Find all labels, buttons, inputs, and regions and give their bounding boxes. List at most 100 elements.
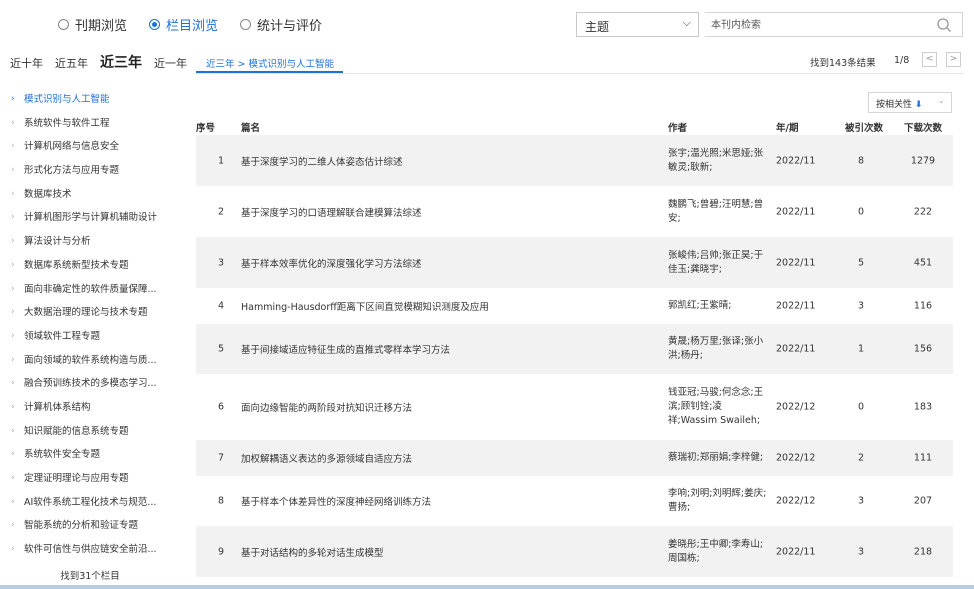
sidebar-item[interactable]: › 定理证明理论与应用专题	[0, 467, 180, 491]
row-number: 5	[218, 343, 225, 355]
article-title-link[interactable]: 基于样本个体差异性的深度神经网络训练方法	[241, 494, 661, 508]
table-row: 8 基于样本个体差异性的深度神经网络训练方法 李响;刘明;刘明辉;姜庆;曹扬; 202…	[196, 476, 953, 526]
citation-count: 0	[857, 206, 865, 217]
article-issue: 2022/12	[776, 452, 816, 464]
radio-dot-icon	[240, 19, 252, 30]
sidebar-item[interactable]: › 领域软件工程专题	[0, 325, 180, 349]
breadcrumb[interactable]: 近三年 > 模式识别与人工智能	[196, 51, 343, 73]
article-authors[interactable]: 魏鹏飞;曾碧;汪明慧;曾安;	[668, 198, 770, 226]
prev-page-button[interactable]: <	[922, 52, 937, 67]
article-title-link[interactable]: Hamming-Hausdorff距离下区间直觉模糊知识测度及应用	[241, 299, 661, 313]
sidebar-item[interactable]: › 数据库技术	[0, 183, 180, 207]
chevron-right-icon: ›	[11, 212, 15, 223]
header-download[interactable]: 下载次数	[904, 120, 942, 134]
table-header: 序号 篇名 作者 年/期 被引次数 下载次数	[196, 117, 964, 135]
sidebar-item[interactable]: › 计算机网络与信息安全	[0, 135, 180, 159]
page-indicator: 1/8	[894, 55, 910, 66]
bottom-divider	[0, 585, 974, 589]
search-box	[705, 12, 963, 37]
citation-count: 0	[857, 401, 865, 413]
sidebar-item[interactable]: › 模式识别与人工智能	[0, 88, 180, 112]
article-authors[interactable]: 张峻伟;吕帅;张正昊;于佳玉;龚晓宇;	[668, 249, 770, 277]
row-number: 3	[218, 257, 225, 268]
sidebar-item[interactable]: › 算法设计与分析	[0, 230, 180, 254]
table-row: 2 基于深度学习的口语理解联合建模算法综述 魏鹏飞;曾碧;汪明慧;曾安; 2022/1…	[196, 186, 953, 237]
sidebar-item[interactable]: › 计算机体系结构	[0, 396, 180, 420]
view-mode-radio[interactable]: 统计与评价	[240, 15, 322, 34]
search-icon[interactable]	[936, 17, 952, 33]
article-title-link[interactable]: 基于对话结构的多轮对话生成模型	[241, 545, 661, 559]
year-filter-option[interactable]: 近十年	[10, 55, 43, 71]
article-authors[interactable]: 张宇;温光照;米思娅;张敏灵;耿新;	[668, 147, 770, 175]
article-authors[interactable]: 郭凯红;王紫晴;	[668, 299, 770, 313]
sidebar-item[interactable]: › 面向非确定性的软件质量保障...	[0, 278, 180, 302]
sidebar-item[interactable]: › 数据库系统新型技术专题	[0, 254, 180, 278]
sidebar-item[interactable]: › 系统软件与软件工程	[0, 112, 180, 136]
sidebar-item[interactable]: › 面向领域的软件系统构造与质...	[0, 349, 180, 373]
article-issue: 2022/12	[776, 401, 816, 413]
article-authors[interactable]: 姜晓彤;王中卿;李寿山;周国栋;	[668, 538, 770, 566]
table-row: 6 面向边缘智能的两阶段对抗知识迁移方法 钱亚冠;马骏;何念念;王滨;顾钊铨;凌祥;…	[196, 374, 953, 440]
article-title-link[interactable]: 面向边缘智能的两阶段对抗知识迁移方法	[241, 400, 661, 414]
sidebar-item-label: 算法设计与分析	[24, 236, 91, 248]
next-page-button[interactable]: >	[946, 52, 961, 67]
article-title-link[interactable]: 基于样本效率优化的深度强化学习方法综述	[241, 256, 661, 270]
article-title-link[interactable]: 基于间接域适应特征生成的直推式零样本学习方法	[241, 342, 661, 356]
header-no: 序号	[196, 123, 216, 134]
sidebar-item-label: 领域软件工程专题	[24, 330, 101, 342]
row-number: 8	[218, 495, 225, 507]
header-cite[interactable]: 被引次数	[845, 120, 883, 134]
sidebar-item-label: 计算机体系结构	[24, 401, 91, 413]
chevron-right-icon: ›	[11, 307, 15, 318]
download-count: 222	[913, 206, 933, 217]
chevron-right-icon: ›	[11, 283, 15, 294]
sidebar-item[interactable]: › 融合预训练技术的多模态学习...	[0, 372, 180, 396]
sidebar-item[interactable]: › 知识赋能的信息系统专题	[0, 420, 180, 444]
results-count: 找到143条结果	[810, 58, 876, 69]
article-authors[interactable]: 蔡瑞初;郑丽娟;李梓健;	[668, 451, 770, 465]
article-title-link[interactable]: 加权解耦语义表达的多源领域自适应方法	[241, 451, 661, 465]
header-author: 作者	[668, 123, 688, 134]
sort-desc-icon: ⬇	[914, 100, 923, 110]
article-issue: 2022/12	[776, 495, 816, 507]
article-authors[interactable]: 李响;刘明;刘明辉;姜庆;曹扬;	[668, 487, 770, 515]
sidebar-item[interactable]: › 软件可信性与供应链安全前沿...	[0, 538, 180, 562]
sidebar-item-label: 数据库技术	[24, 188, 72, 200]
citation-count: 5	[857, 257, 865, 268]
sidebar-item[interactable]: › AI软件系统工程化技术与规范...	[0, 491, 180, 515]
row-number: 7	[218, 452, 225, 464]
sidebar-item[interactable]: › 计算机图形学与计算机辅助设计	[0, 206, 180, 230]
sidebar-item[interactable]: › 智能系统的分析和验证专题	[0, 514, 180, 538]
sidebar-item-label: 面向领域的软件系统构造与质...	[24, 354, 157, 366]
article-authors[interactable]: 钱亚冠;马骏;何念念;王滨;顾钊铨;凌祥;Wassim Swaileh;	[668, 386, 770, 428]
year-filter-option[interactable]: 近五年	[55, 55, 88, 71]
article-authors[interactable]: 黄晟;杨万里;张译;张小洪;杨丹;	[668, 335, 770, 363]
search-input[interactable]	[705, 14, 915, 37]
view-mode-radio[interactable]: 栏目浏览	[149, 15, 218, 34]
article-title-link[interactable]: 基于深度学习的二维人体姿态估计综述	[241, 154, 661, 168]
top-bar: 刊期浏览 栏目浏览 统计与评价 主题 ⌵	[0, 0, 974, 50]
year-filter-option[interactable]: 近三年	[100, 52, 142, 72]
table-row: 1 基于深度学习的二维人体姿态估计综述 张宇;温光照;米思娅;张敏灵;耿新; 2022…	[196, 135, 953, 186]
radio-dot-icon	[58, 19, 69, 30]
table-row: 7 加权解耦语义表达的多源领域自适应方法 蔡瑞初;郑丽娟;李梓健; 2022/12 2 1…	[196, 440, 953, 476]
chevron-right-icon: ›	[11, 449, 15, 460]
header-title: 篇名	[241, 123, 261, 134]
view-mode-group: 刊期浏览 栏目浏览 统计与评价	[58, 15, 344, 34]
sort-dropdown[interactable]: 按相关性 ⬇ ⌄	[868, 92, 952, 113]
search-field-select[interactable]: 主题 ⌵	[576, 12, 699, 37]
sidebar-item-label: 知识赋能的信息系统专题	[24, 425, 129, 437]
sidebar-item[interactable]: › 大数据治理的理论与技术专题	[0, 301, 180, 325]
table-row: 4 Hamming-Hausdorff距离下区间直觉模糊知识测度及应用 郭凯红;王紫…	[196, 288, 953, 324]
view-mode-radio[interactable]: 刊期浏览	[58, 15, 127, 34]
download-count: 207	[913, 495, 933, 507]
sidebar-item[interactable]: › 系统软件安全专题	[0, 443, 180, 467]
header-year[interactable]: 年/期	[776, 120, 798, 134]
article-title-link[interactable]: 基于深度学习的口语理解联合建模算法综述	[241, 205, 661, 219]
sidebar-item-label: 面向非确定性的软件质量保障...	[24, 283, 157, 295]
sidebar-item-label: 软件可信性与供应链安全前沿...	[24, 544, 157, 556]
chevron-right-icon: ›	[11, 259, 15, 270]
year-filter-option[interactable]: 近一年	[154, 55, 187, 71]
sidebar-item[interactable]: › 形式化方法与应用专题	[0, 159, 180, 183]
sort-label: 按相关性	[876, 100, 913, 110]
